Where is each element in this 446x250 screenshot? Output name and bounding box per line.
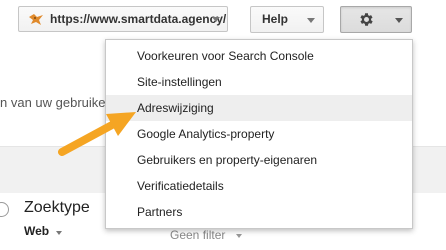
menu-item-google-analytics-property[interactable]: Google Analytics-property xyxy=(106,121,412,147)
search-type-label: Zoektype xyxy=(24,199,90,216)
property-selector[interactable]: https://www.smartdata.agency/ xyxy=(18,6,228,32)
menu-item-partners[interactable]: Partners xyxy=(106,199,412,225)
chevron-down-icon xyxy=(236,234,242,238)
gear-icon xyxy=(360,13,373,26)
chevron-down-icon xyxy=(395,18,403,23)
property-url: https://www.smartdata.agency/ xyxy=(50,12,227,26)
settings-button[interactable] xyxy=(340,6,412,33)
chevron-down-icon xyxy=(307,18,315,23)
arrow-icon xyxy=(58,112,136,156)
menu-item-users-and-owners[interactable]: Gebruikers en property-eigenaren xyxy=(106,147,412,173)
top-bar: https://www.smartdata.agency/ Help xyxy=(0,0,446,40)
search-type-dropdown[interactable]: Web xyxy=(24,224,49,238)
help-label: Help xyxy=(262,12,289,26)
settings-menu: Voorkeuren voor Search Console Site-inst… xyxy=(105,39,413,229)
property-favicon-icon xyxy=(29,14,43,25)
chevron-down-icon xyxy=(212,17,220,22)
menu-item-site-settings[interactable]: Site-instellingen xyxy=(106,69,412,95)
menu-item-verification-details[interactable]: Verificatiedetails xyxy=(106,173,412,199)
help-button[interactable]: Help xyxy=(250,6,324,33)
chevron-down-icon xyxy=(56,231,62,235)
menu-item-change-of-address[interactable]: Adreswijziging xyxy=(106,95,412,121)
menu-item-search-console-preferences[interactable]: Voorkeuren voor Search Console xyxy=(106,43,412,69)
filter-dropdown[interactable]: Geen filter xyxy=(170,228,225,242)
radio-button[interactable] xyxy=(0,202,9,217)
